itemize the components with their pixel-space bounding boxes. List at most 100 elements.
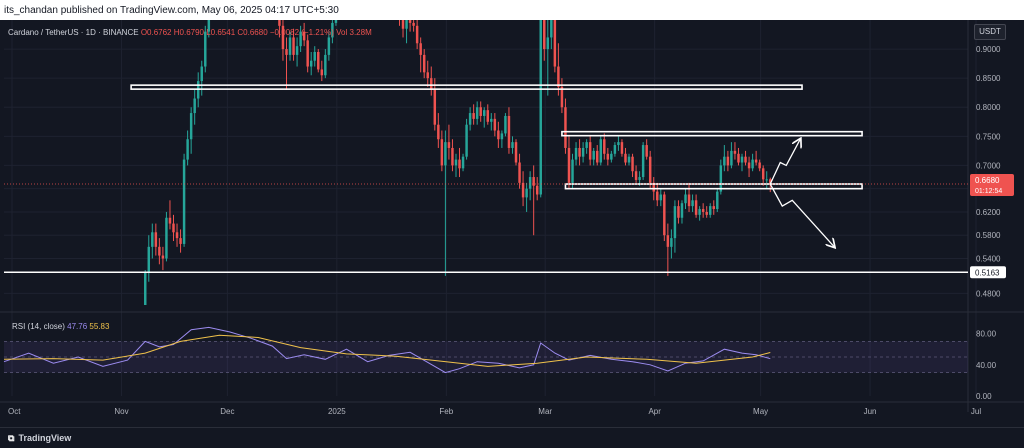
rsi-axis: 80.00 40.00 0.00 (976, 330, 997, 401)
price-tick-label: 0.4800 (976, 289, 1001, 298)
candle-body (493, 118, 497, 131)
rsi-value: 47.76 (67, 322, 88, 331)
candle (737, 147, 740, 166)
ohlc-high: H0.6790 (173, 28, 204, 37)
candle-body (567, 147, 571, 183)
candle (627, 153, 631, 166)
candle (140, 311, 142, 337)
candle-body (317, 51, 320, 70)
time-tick-label: Jul (971, 407, 981, 416)
rsi-tick-label: 40.00 (976, 361, 997, 370)
candle (437, 113, 440, 148)
candle-body (659, 194, 663, 201)
candle (458, 147, 461, 178)
candle-body (571, 159, 574, 183)
candle-body (599, 139, 602, 163)
ohlc-open: O0.6762 (140, 28, 172, 37)
candle-body (514, 142, 518, 163)
time-tick-label: Jun (864, 407, 877, 416)
candle (694, 194, 698, 218)
candle-body (292, 37, 295, 55)
candle (172, 214, 175, 242)
support-zone (564, 183, 863, 190)
candle (603, 133, 606, 160)
candle-body (581, 147, 585, 157)
candle (151, 223, 154, 259)
candle-body (472, 113, 475, 119)
candle (610, 150, 613, 163)
candle-body (285, 49, 288, 55)
candle (281, 20, 285, 61)
candle-body (468, 113, 472, 125)
resistance-zone (130, 84, 803, 90)
candle-body (525, 188, 528, 198)
candle (433, 78, 437, 131)
candle (557, 43, 560, 96)
candle-body (765, 179, 768, 181)
candle (479, 101, 482, 122)
candle-body (663, 194, 666, 236)
candle (599, 136, 602, 166)
candle-body (613, 145, 617, 154)
candle (482, 107, 486, 128)
candle (578, 139, 581, 166)
candle (465, 118, 468, 160)
candle (521, 171, 525, 207)
price-tick-label: 0.6200 (976, 208, 1001, 217)
candle-body (546, 37, 550, 50)
candle (165, 211, 168, 262)
candle-body (641, 145, 645, 178)
currency-button[interactable]: USDT (974, 24, 1006, 40)
candle-body (295, 46, 299, 55)
candle-body (179, 238, 182, 244)
rsi-tick-label: 0.00 (976, 392, 992, 401)
candle-body (712, 206, 715, 210)
candle (645, 139, 648, 160)
candle-body (447, 142, 451, 148)
candle-body (475, 107, 479, 119)
candle-body (705, 211, 708, 215)
price-tick-label: 0.9000 (976, 45, 1001, 54)
candle-body (578, 147, 581, 157)
grid (4, 20, 977, 396)
candle (581, 142, 585, 163)
candle (514, 139, 518, 166)
candle-body (158, 246, 161, 256)
candle (454, 153, 458, 178)
time-tick-label: 2025 (328, 407, 346, 416)
candle (422, 49, 426, 79)
candle (656, 182, 659, 207)
candle-body (726, 156, 730, 166)
candle-body (719, 165, 723, 192)
candle-body (309, 60, 313, 67)
candle-body (144, 273, 147, 305)
candle-body (730, 150, 733, 166)
chart-canvas[interactable]: 0.90000.85000.80000.75000.70000.66000.62… (0, 0, 1024, 447)
time-tick-label: May (753, 407, 768, 416)
candle-body (592, 150, 595, 160)
candle (168, 200, 172, 230)
candle (295, 37, 299, 67)
candle-body (677, 206, 680, 218)
rsi-title: RSI (14, close) (12, 322, 65, 331)
candle (592, 147, 595, 166)
candle-body (595, 150, 599, 163)
price-tick-label: 0.7000 (976, 161, 1001, 170)
candle-body (140, 314, 142, 333)
candle (751, 153, 754, 172)
candle (634, 165, 638, 183)
ohlc-change: −0.0082 (−1.21%) (269, 28, 334, 37)
candle (613, 142, 617, 157)
candle (744, 150, 747, 166)
candle-body (603, 139, 606, 154)
candle (670, 229, 673, 259)
candle (175, 223, 179, 247)
candle-body (193, 98, 196, 114)
candle-body (648, 156, 652, 183)
candle (716, 188, 719, 212)
candle-body (405, 20, 408, 29)
candle-body (670, 238, 673, 247)
candle-body (151, 232, 154, 247)
time-tick-label: Feb (439, 407, 453, 416)
candle (144, 270, 147, 305)
